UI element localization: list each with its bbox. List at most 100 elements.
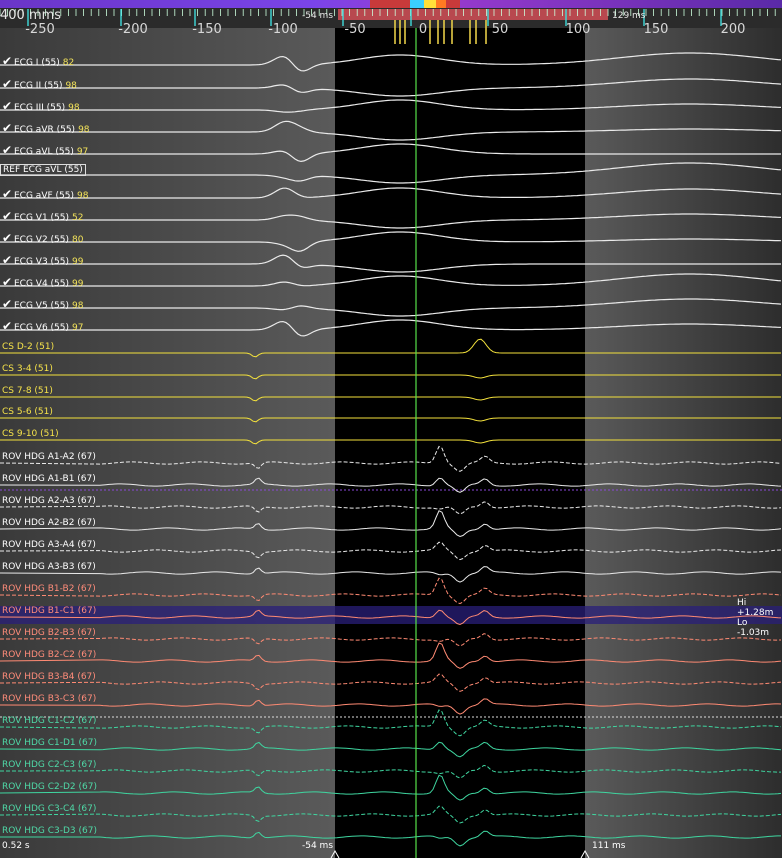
channel-label[interactable]: ✔ ECG V5 (55) 98 (2, 297, 83, 311)
trace-canvas[interactable] (0, 0, 782, 858)
channel-label[interactable]: ✔ ECG V4 (55) 99 (2, 275, 83, 289)
checkmark-icon[interactable]: ✔ (2, 231, 14, 245)
left-caliper-ms: -54 ms (302, 841, 334, 851)
channel-label[interactable]: ROV HDG A3-B3 (67) (2, 562, 96, 572)
match-score: 97 (76, 147, 89, 157)
channel-label[interactable]: ROV HDG C2-D2 (67) (2, 782, 97, 792)
channel-label[interactable]: ROV HDG C3-C4 (67) (2, 804, 96, 814)
match-score: 98 (65, 81, 77, 91)
match-score: 99 (72, 257, 84, 267)
checkmark-icon[interactable]: ✔ (2, 187, 14, 201)
channel-name: ROV HDG B3-B4 (67) (2, 672, 96, 682)
channel-label[interactable]: CS 5-6 (51) (2, 407, 53, 417)
checkmark-icon[interactable]: ✔ (2, 121, 14, 135)
channel-name: CS 9-10 (51) (2, 429, 59, 439)
channel-name: ECG aVF (55) (14, 191, 74, 201)
channel-name: ROV HDG B2-B3 (67) (2, 628, 96, 638)
match-score: 98 (78, 125, 90, 135)
channel-label[interactable]: CS 7-8 (51) (2, 386, 53, 396)
checkmark-icon[interactable]: ✔ (2, 297, 14, 311)
channel-label[interactable]: ✔ ECG V2 (55) 80 (2, 231, 83, 245)
channel-name: ROV HDG B2-C2 (67) (2, 650, 97, 660)
channel-name: ECG aVL (55) (14, 147, 74, 157)
window-left-ms: -54 ms (302, 11, 334, 21)
channel-label[interactable]: REF ECG aVL (55) (0, 164, 86, 176)
channel-name: ROV HDG C3-D3 (67) (2, 826, 97, 836)
channel-name: ROV HDG B1-B2 (67) (2, 584, 96, 594)
time-tick-label: 200 (720, 22, 746, 37)
channel-label[interactable]: ✔ ECG V1 (55) 52 (2, 209, 83, 223)
channel-name: ECG V3 (55) (14, 257, 70, 267)
time-tick-label: -250 (25, 22, 55, 37)
channel-label[interactable]: ✔ ECG aVR (55) 98 (2, 121, 90, 135)
channel-label[interactable]: ROV HDG A2-B2 (67) (2, 518, 96, 528)
channel-label[interactable]: ROV HDG B1-C1 (67) (2, 606, 96, 616)
channel-name: ROV HDG B3-C3 (67) (2, 694, 97, 704)
channel-label[interactable]: ✔ ECG III (55) 98 (2, 99, 80, 113)
channel-label[interactable]: ROV HDG A3-A4 (67) (2, 540, 96, 550)
channel-label[interactable]: ROV HDG A1-B1 (67) (2, 474, 96, 484)
channel-label[interactable]: ROV HDG B1-B2 (67) (2, 584, 96, 594)
channel-label[interactable]: ROV HDG B2-C2 (67) (2, 650, 96, 660)
channel-label[interactable]: ROV HDG B3-B4 (67) (2, 672, 96, 682)
match-score: 98 (68, 103, 80, 113)
channel-label[interactable]: CS 9-10 (51) (2, 429, 59, 439)
channel-name: ECG V4 (55) (14, 279, 70, 289)
time-tick-label: -50 (344, 22, 366, 37)
channel-name: CS 5-6 (51) (2, 407, 53, 417)
channel-name: ROV HDG A2-B2 (67) (2, 518, 96, 528)
right-caliper-ms: 111 ms (592, 841, 626, 851)
checkmark-icon[interactable]: ✔ (2, 54, 14, 68)
channel-label[interactable]: ✔ ECG V3 (55) 99 (2, 253, 83, 267)
match-score: 98 (77, 191, 89, 201)
channel-name: ECG III (55) (14, 103, 66, 113)
match-score: 80 (72, 235, 84, 245)
channel-label[interactable]: ROV HDG C1-D1 (67) (2, 738, 97, 748)
checkmark-icon[interactable]: ✔ (2, 253, 14, 267)
channel-label[interactable]: ✔ ECG V6 (55) 97 (2, 319, 83, 333)
time-tick-label: -100 (268, 22, 298, 37)
checkmark-icon[interactable]: ✔ (2, 77, 14, 91)
channel-name: ROV HDG B1-C1 (67) (2, 606, 97, 616)
time-readout: 0.52 s (2, 841, 30, 851)
channel-name: ECG I (55) (14, 58, 60, 68)
channel-name: ECG V2 (55) (14, 235, 70, 245)
channel-label[interactable]: ROV HDG B3-C3 (67) (2, 694, 96, 704)
time-tick-label: 50 (491, 22, 509, 37)
match-score: 98 (72, 301, 84, 311)
time-tick-label: -200 (118, 22, 148, 37)
channel-name: ROV HDG A1-A2 (67) (2, 452, 96, 462)
checkmark-icon[interactable]: ✔ (2, 99, 14, 113)
checkmark-icon[interactable]: ✔ (2, 319, 14, 333)
channel-name: ECG V5 (55) (14, 301, 70, 311)
channel-label[interactable]: ✔ ECG aVF (55) 98 (2, 187, 88, 201)
checkmark-icon[interactable]: ✔ (2, 143, 14, 157)
channel-name: ROV HDG A2-A3 (67) (2, 496, 96, 506)
channel-name: ROV HDG A3-B3 (67) (2, 562, 96, 572)
window-range-bar (338, 9, 608, 20)
checkmark-icon[interactable]: ✔ (2, 209, 14, 223)
hi-threshold: Hi +1.28m (737, 598, 774, 618)
window-right-ms: 129 ms (612, 11, 646, 21)
channel-label[interactable]: ROV HDG A1-A2 (67) (2, 452, 96, 462)
channel-label[interactable]: ROV HDG C2-C3 (67) (2, 760, 96, 770)
channel-label[interactable]: CS D-2 (51) (2, 342, 54, 352)
channel-label[interactable]: ✔ ECG aVL (55) 97 (2, 143, 88, 157)
channel-name: ROV HDG C2-C3 (67) (2, 760, 97, 770)
checkmark-icon[interactable]: ✔ (2, 275, 14, 289)
sweep-speed-label[interactable]: 400 mms (0, 8, 61, 23)
time-tick-label: 100 (565, 22, 591, 37)
channel-label[interactable]: CS 3-4 (51) (2, 364, 53, 374)
channel-label[interactable]: ROV HDG C1-C2 (67) (2, 716, 96, 726)
channel-label[interactable]: ✔ ECG I (55) 82 (2, 54, 74, 68)
channel-name: ECG V6 (55) (14, 323, 70, 333)
channel-label[interactable]: ROV HDG C3-D3 (67) (2, 826, 97, 836)
channel-label[interactable]: ✔ ECG II (55) 98 (2, 77, 77, 91)
channel-name: REF ECG aVL (55) (3, 165, 83, 175)
match-score: 97 (72, 323, 84, 333)
selected-row-highlight (0, 606, 782, 624)
channel-label[interactable]: ROV HDG A2-A3 (67) (2, 496, 96, 506)
match-score: 82 (62, 58, 75, 68)
match-score: 99 (72, 279, 84, 289)
channel-label[interactable]: ROV HDG B2-B3 (67) (2, 628, 96, 638)
